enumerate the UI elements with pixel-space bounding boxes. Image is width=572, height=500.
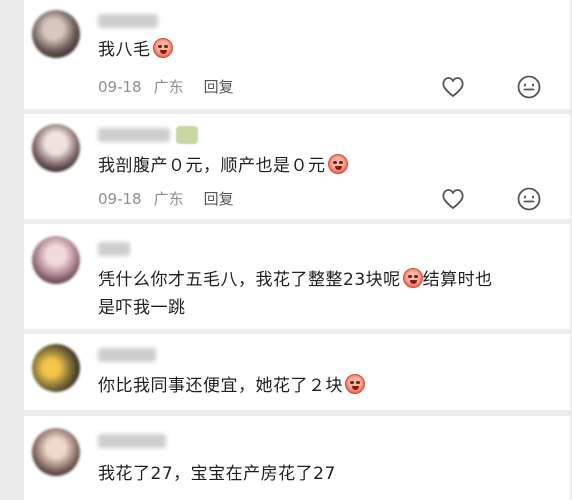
username-blurred[interactable] — [98, 14, 158, 28]
comment-text-line: 是吓我一跳 — [98, 298, 186, 318]
crying-emoji-icon — [345, 374, 365, 394]
comment-card: 你比我同事还便宜，她花了２块 — [24, 334, 570, 410]
username-blurred[interactable] — [98, 128, 170, 142]
comment-text-block: 我八毛 — [98, 36, 540, 64]
username-blurred[interactable] — [98, 242, 130, 256]
reply-button[interactable]: 回复 — [204, 188, 234, 209]
crying-emoji-icon — [402, 268, 423, 288]
comment-location: 广东 — [153, 78, 184, 96]
comment-text: 你比我同事还便宜，她花了２块 — [98, 376, 343, 396]
laughing-emoji-icon — [152, 38, 173, 58]
comment-text-block: 我剖腹产０元，顺产也是０元 — [98, 152, 540, 180]
comment-date: 09-18 — [98, 77, 142, 96]
comment-text-line-continued: 结算时也 — [422, 270, 493, 290]
comment-card: 我剖腹产０元，顺产也是０元 09-18 广东 回复 — [24, 114, 570, 219]
heart-icon[interactable] — [440, 186, 466, 212]
comment-text: 我花了27，宝宝在产房花了27 — [98, 464, 336, 484]
comment-location: 广东 — [153, 190, 184, 208]
comment-card: 我花了27，宝宝在产房花了27 — [24, 416, 570, 500]
smile-icon[interactable] — [516, 186, 542, 212]
avatar[interactable] — [32, 124, 80, 172]
avatar[interactable] — [32, 428, 80, 476]
username-blurred[interactable] — [98, 434, 166, 448]
comment-card: 凭什么你才五毛八，我花了整整23块呢 结算时也 是吓我一跳 — [24, 224, 570, 329]
username-blurred[interactable] — [98, 348, 156, 362]
comment-text: 我八毛 — [98, 40, 151, 60]
comment-date: 09-18 — [98, 189, 142, 208]
comment-text-block: 凭什么你才五毛八，我花了整整23块呢 结算时也 是吓我一跳 — [98, 266, 540, 322]
comment-feed: 我八毛 09-18 广东 回复 我剖腹产０元，顺产也是０元 09-18 广东 回… — [0, 0, 572, 500]
comment-text-line: 凭什么你才五毛八，我花了整整23块呢 — [98, 270, 401, 290]
comment-meta: 09-18 广东 回复 — [98, 76, 234, 97]
reply-button[interactable]: 回复 — [204, 76, 234, 97]
avatar[interactable] — [32, 344, 80, 392]
comment-text: 我剖腹产０元，顺产也是０元 — [98, 156, 326, 176]
laughing-emoji-icon — [327, 154, 348, 174]
smile-icon[interactable] — [516, 74, 542, 100]
comment-meta: 09-18 广东 回复 — [98, 188, 234, 209]
comment-text-block: 我花了27，宝宝在产房花了27 — [98, 460, 540, 488]
heart-icon[interactable] — [440, 74, 466, 100]
avatar[interactable] — [32, 10, 80, 58]
username-badge-icon — [176, 126, 198, 144]
comment-text-block: 你比我同事还便宜，她花了２块 — [98, 372, 540, 400]
avatar[interactable] — [32, 236, 80, 284]
comment-card: 我八毛 09-18 广东 回复 — [24, 0, 570, 109]
